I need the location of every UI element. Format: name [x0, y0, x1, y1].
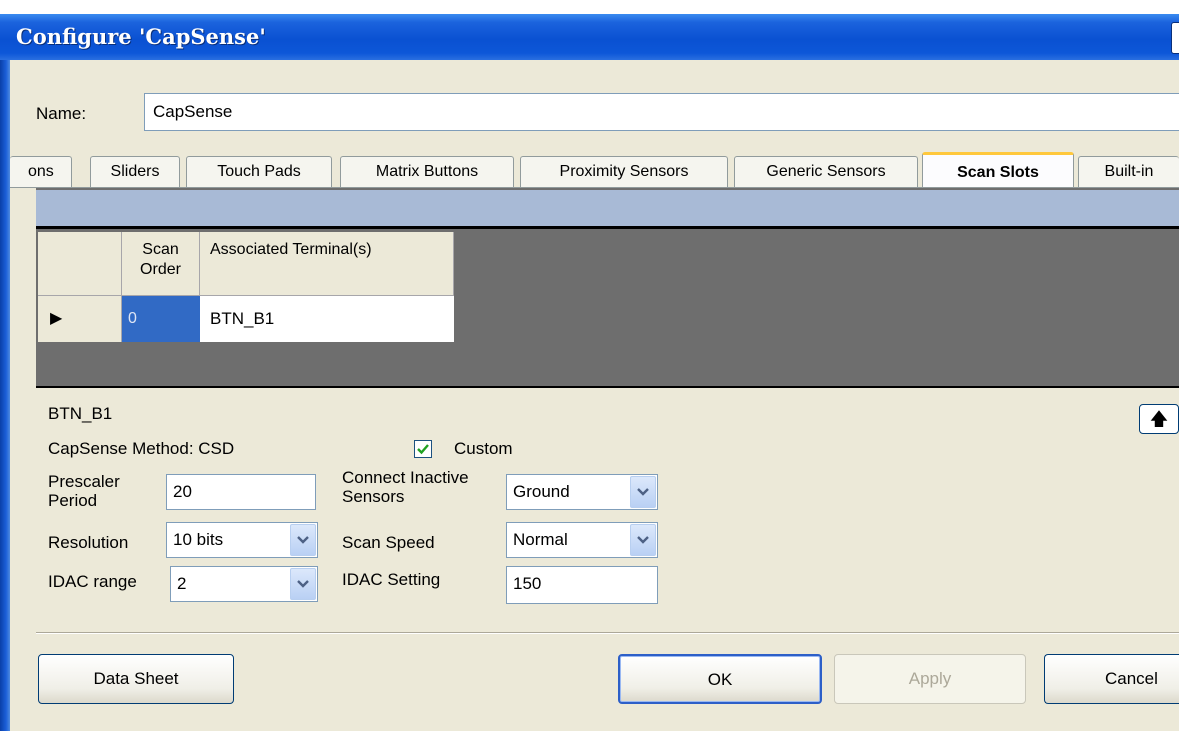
scan-speed-label: Scan Speed	[342, 533, 435, 552]
data-sheet-button[interactable]: Data Sheet	[38, 654, 234, 704]
idac-range-select[interactable]: 2	[170, 566, 318, 602]
ok-button[interactable]: OK	[618, 654, 822, 704]
window-frame	[0, 60, 10, 731]
connect-inactive-sensors-select[interactable]: Ground	[506, 474, 658, 510]
chevron-down-icon[interactable]	[630, 476, 656, 508]
tab-proximity-sensors[interactable]: Proximity Sensors	[520, 156, 728, 187]
resolution-select[interactable]: 10 bits	[166, 522, 318, 558]
grid-corner	[38, 232, 122, 296]
apply-button[interactable]: Apply	[834, 654, 1026, 704]
column-header-associated-terminals[interactable]: Associated Terminal(s)	[200, 232, 454, 296]
idac-setting-input[interactable]: 150	[506, 566, 658, 604]
cancel-button[interactable]: Cancel	[1044, 654, 1179, 704]
tab-sliders[interactable]: Sliders	[90, 156, 180, 187]
resolution-value: 10 bits	[173, 530, 224, 549]
close-button[interactable]	[1171, 22, 1179, 54]
custom-label: Custom	[454, 439, 513, 458]
scan-speed-select[interactable]: Normal	[506, 522, 658, 558]
tab-generic-sensors[interactable]: Generic Sensors	[734, 156, 918, 187]
row-pointer-icon: ▶	[50, 310, 63, 327]
window-title: Configure 'CapSense'	[16, 24, 266, 49]
resolution-label: Resolution	[48, 533, 129, 552]
arrow-up-icon: 🡅	[1149, 409, 1169, 429]
chevron-down-icon[interactable]	[630, 524, 656, 556]
separator	[36, 633, 1179, 634]
idac-range-value: 2	[177, 574, 187, 593]
chevron-down-icon[interactable]	[290, 568, 316, 600]
tab-matrix-buttons[interactable]: Matrix Buttons	[340, 156, 514, 187]
column-header-scan-order[interactable]: Scan Order	[122, 232, 200, 296]
scan-speed-value: Normal	[513, 530, 568, 549]
capsense-method: CapSense Method: CSD	[48, 439, 235, 458]
tab-touch-pads[interactable]: Touch Pads	[186, 156, 332, 187]
check-icon	[417, 444, 429, 455]
terminal-cell[interactable]: BTN_B1	[200, 296, 454, 342]
tab-built-in[interactable]: Built-in	[1078, 156, 1179, 187]
custom-checkbox[interactable]	[414, 440, 432, 458]
name-label: Name:	[36, 104, 87, 123]
panel-divider	[36, 386, 1179, 388]
sensor-name: BTN_B1	[48, 404, 113, 423]
prescaler-period-label: Prescaler Period	[48, 472, 120, 510]
chevron-down-icon[interactable]	[290, 524, 316, 556]
tab-buttons[interactable]: ons	[10, 156, 72, 187]
panel-divider	[36, 226, 1179, 229]
move-up-button[interactable]: 🡅	[1139, 404, 1179, 434]
tab-scan-slots[interactable]: Scan Slots	[922, 152, 1074, 188]
idac-setting-label: IDAC Setting	[342, 570, 441, 589]
prescaler-period-input[interactable]: 20	[166, 474, 316, 510]
connect-inactive-sensors-label: Connect Inactive Sensors	[342, 468, 469, 506]
scan-order-cell[interactable]: 0	[122, 296, 200, 342]
name-input[interactable]: CapSense	[144, 93, 1179, 131]
connect-inactive-sensors-value: Ground	[513, 482, 570, 501]
idac-range-label: IDAC range	[48, 572, 137, 591]
panel-header-band	[36, 190, 1179, 226]
